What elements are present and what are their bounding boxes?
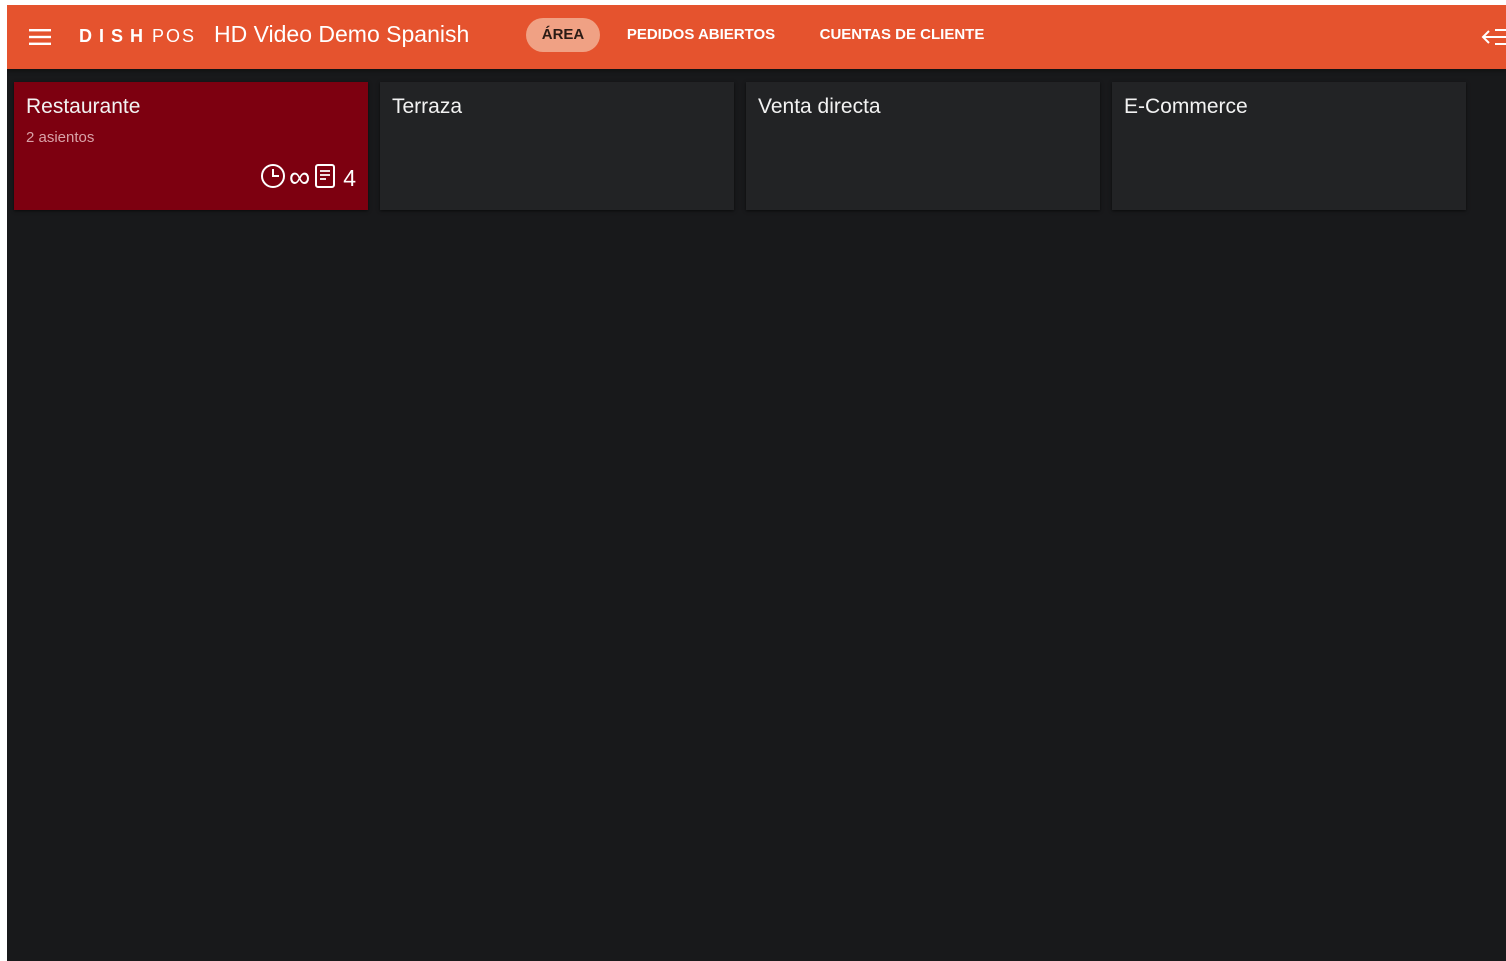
hamburger-menu-icon[interactable] xyxy=(26,25,54,49)
logo-pos-text: POS xyxy=(152,25,197,46)
tab-open-orders[interactable]: PEDIDOS ABIERTOS xyxy=(615,18,787,52)
area-name: Restaurante xyxy=(26,95,141,118)
tab-area[interactable]: ÁREA xyxy=(526,18,600,52)
logout-arrow-icon[interactable] xyxy=(1481,25,1506,49)
tab-customer-accounts[interactable]: CUENTAS DE CLIENTE xyxy=(807,18,997,52)
area-stats: ∞ 4 xyxy=(260,161,356,194)
clock-icon xyxy=(260,163,286,194)
logo-dish-text: DISH xyxy=(79,25,151,46)
area-name: Terraza xyxy=(392,95,463,118)
time-limit-value: ∞ xyxy=(288,161,311,194)
area-name: Venta directa xyxy=(758,95,881,118)
order-count: 4 xyxy=(343,164,356,191)
area-card-restaurante[interactable]: Restaurante 2 asientos ∞ 4 xyxy=(14,82,368,210)
pos-app: DISH POS HD Video Demo Spanish ÁREA PEDI… xyxy=(7,5,1506,961)
area-card-terraza[interactable]: Terraza xyxy=(380,82,734,210)
venue-title: HD Video Demo Spanish xyxy=(214,21,470,47)
area-card-venta-directa[interactable]: Venta directa xyxy=(746,82,1100,210)
area-card-e-commerce[interactable]: E-Commerce xyxy=(1112,82,1466,210)
dish-pos-logo: DISH POS xyxy=(79,24,196,48)
top-app-bar: DISH POS HD Video Demo Spanish ÁREA PEDI… xyxy=(7,5,1506,69)
receipt-icon xyxy=(314,163,336,194)
area-name: E-Commerce xyxy=(1124,95,1248,118)
seat-count: 2 asientos xyxy=(26,129,95,146)
